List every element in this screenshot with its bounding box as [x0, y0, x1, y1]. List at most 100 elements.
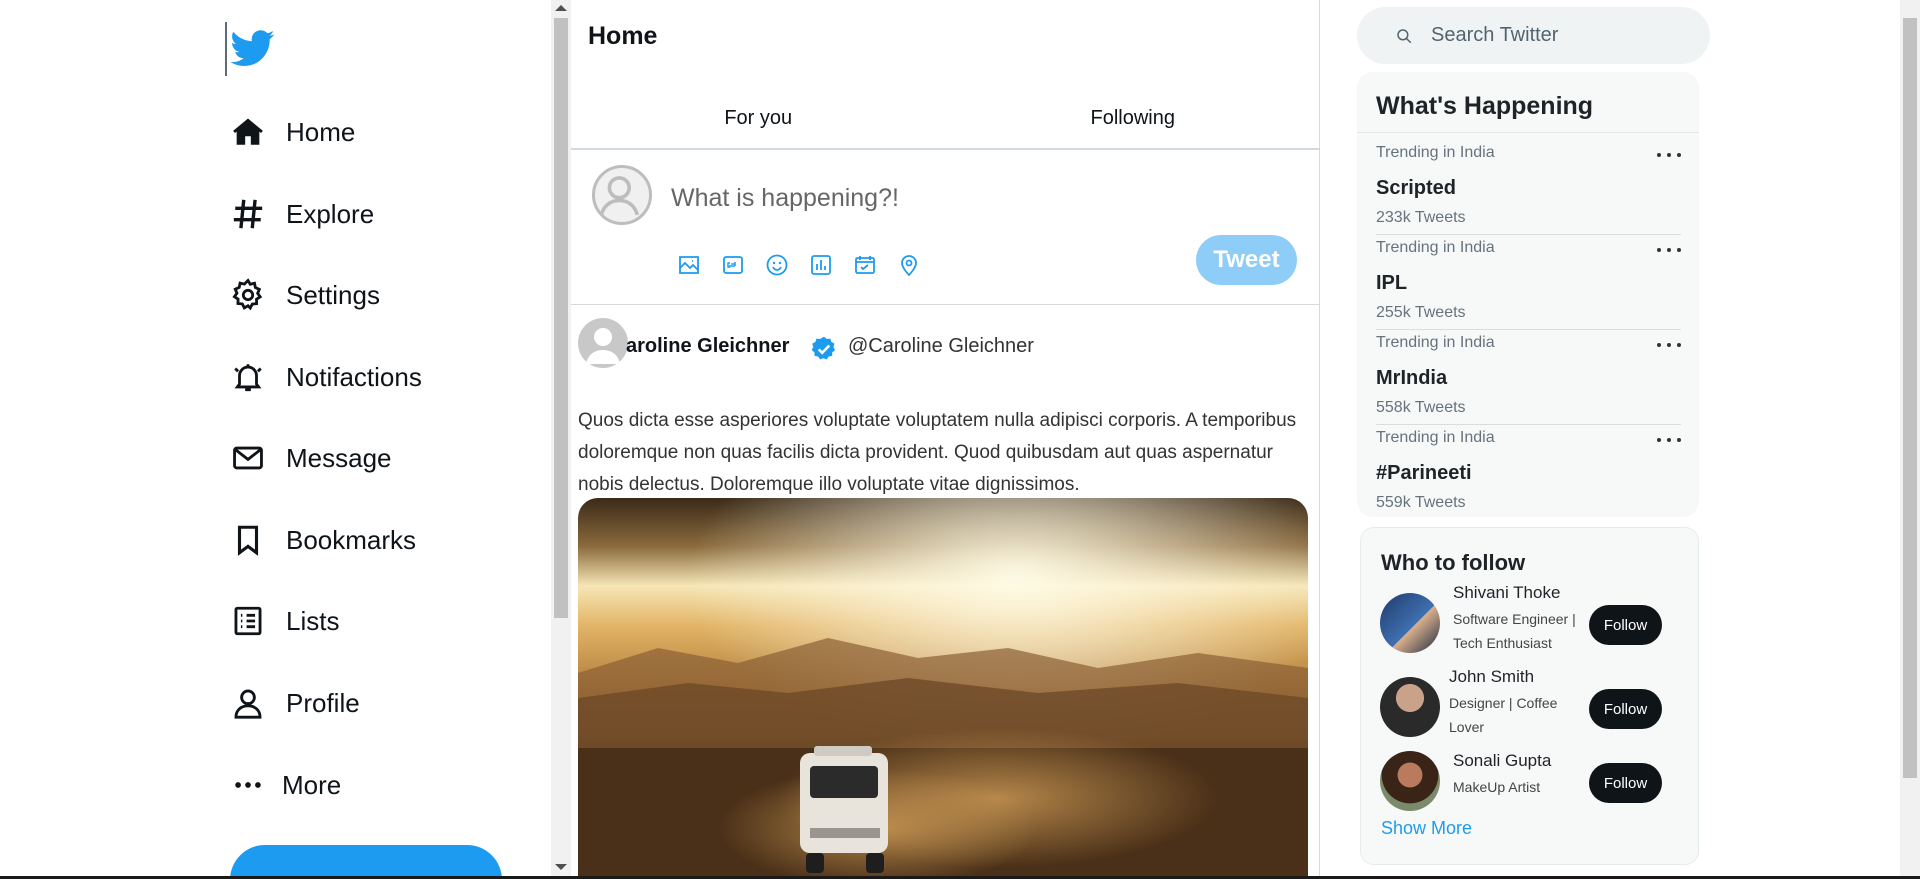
sidebar-item-settings[interactable]: Settings: [228, 267, 380, 323]
sidebar-item-label: Message: [286, 442, 392, 473]
show-more-link[interactable]: Show More: [1381, 818, 1472, 839]
sidebar-item-more[interactable]: More: [228, 757, 341, 813]
avatar[interactable]: [1380, 593, 1440, 653]
divider: [1376, 329, 1681, 330]
default-user-icon: [599, 176, 640, 216]
user-icon: [228, 683, 268, 723]
schedule-icon[interactable]: [850, 250, 880, 280]
suggestion-bio: MakeUp Artist: [1453, 779, 1541, 795]
poll-icon[interactable]: [806, 250, 836, 280]
suggestion-name[interactable]: Shivani Thoke: [1453, 583, 1560, 603]
composer-toolbar: [674, 250, 924, 280]
feed-tabs: For you Following: [571, 88, 1320, 150]
bell-icon: [228, 357, 268, 397]
divider: [1376, 234, 1681, 235]
more-dots-icon[interactable]: [1657, 148, 1681, 162]
suggestion-bio: Designer | Coffee Lover: [1449, 695, 1558, 735]
trend-context: Trending in India: [1376, 334, 1495, 351]
search-box[interactable]: [1357, 7, 1710, 64]
divider: [1357, 132, 1699, 133]
feed-scrollbar[interactable]: [551, 0, 571, 879]
app-window: Home Explore Settings Notifactions Messa…: [0, 0, 1920, 879]
default-user-icon: [586, 328, 620, 364]
scrollbar-thumb[interactable]: [554, 18, 568, 618]
follow-button[interactable]: Follow: [1589, 605, 1662, 645]
sidebar-item-profile[interactable]: Profile: [228, 675, 360, 731]
sidebar-item-label: Lists: [286, 605, 340, 636]
trend-context: Trending in India: [1376, 239, 1495, 256]
sidebar-item-bookmarks[interactable]: Bookmarks: [228, 512, 416, 568]
mail-icon: [228, 438, 268, 478]
compose-input[interactable]: [671, 178, 1231, 218]
sidebar-item-label: Settings: [286, 279, 380, 310]
post-image[interactable]: [578, 498, 1308, 879]
follow-button[interactable]: Follow: [1589, 763, 1662, 803]
avatar[interactable]: [1380, 677, 1440, 737]
location-icon[interactable]: [894, 250, 924, 280]
more-dots-icon: [228, 765, 268, 805]
sidebar-item-label: Explore: [286, 198, 375, 229]
sidebar-item-label: Bookmarks: [286, 524, 417, 555]
post-author-handle[interactable]: @Caroline Gleichner: [848, 335, 1034, 358]
right-sidebar: What's Happening Trending in India Scrip…: [1340, 0, 1900, 879]
avatar[interactable]: [1380, 751, 1440, 811]
suggestion-name[interactable]: John Smith: [1449, 667, 1534, 687]
desert-van-photo: [578, 498, 1308, 879]
gif-icon[interactable]: [718, 250, 748, 280]
tweet-button[interactable]: Tweet: [1196, 235, 1297, 285]
sidebar-item-label: Notifactions: [286, 361, 422, 392]
page-scrollbar[interactable]: [1900, 0, 1920, 879]
tweet-composer: Tweet: [571, 150, 1320, 305]
search-input[interactable]: [1431, 24, 1681, 47]
who-to-follow-panel: Who to follow Shivani Thoke Software Eng…: [1360, 527, 1699, 865]
trend-item[interactable]: Trending in India IPL 255k Tweets: [1376, 239, 1681, 334]
suggestion-bio: Software Engineer | Tech Enthusiast: [1453, 611, 1576, 651]
trend-count: 559k Tweets: [1376, 494, 1466, 511]
whats-happening-panel: What's Happening Trending in India Scrip…: [1357, 72, 1699, 517]
sidebar-item-message[interactable]: Message: [228, 430, 392, 486]
trend-name: Scripted: [1376, 177, 1457, 199]
trend-name: #Parineeti: [1376, 462, 1472, 484]
home-icon: [228, 112, 268, 152]
trend-count: 558k Tweets: [1376, 399, 1466, 416]
hashtag-icon: [228, 194, 268, 234]
avatar[interactable]: [578, 318, 628, 368]
sidebar-item-explore[interactable]: Explore: [228, 186, 374, 242]
image-icon[interactable]: [674, 250, 704, 280]
trend-context: Trending in India: [1376, 429, 1495, 446]
tab-following[interactable]: Following: [946, 88, 1321, 148]
whats-happening-title: What's Happening: [1376, 92, 1594, 120]
twitter-logo[interactable]: [225, 22, 275, 76]
sidebar-item-lists[interactable]: Lists: [228, 593, 339, 649]
divider: [1376, 424, 1681, 425]
scroll-up-arrow-icon[interactable]: [555, 5, 567, 11]
twitter-bird-icon: [230, 30, 275, 66]
avatar: [592, 165, 652, 225]
trend-item[interactable]: Trending in India Scripted 233k Tweets: [1376, 144, 1681, 239]
post-author-name[interactable]: aroline Gleichner: [626, 335, 789, 358]
follow-button[interactable]: Follow: [1589, 689, 1662, 729]
trend-item[interactable]: Trending in India #Parineeti 559k Tweets: [1376, 429, 1681, 524]
tab-for-you[interactable]: For you: [571, 88, 946, 148]
more-dots-icon[interactable]: [1657, 338, 1681, 352]
sidebar-item-label: More: [282, 769, 342, 800]
follow-suggestion: Shivani Thoke Software Engineer | Tech E…: [1380, 583, 1680, 663]
sidebar-tweet-button[interactable]: [230, 845, 502, 879]
sidebar-item-label: Profile: [286, 687, 360, 718]
scrollbar-thumb[interactable]: [1903, 18, 1917, 778]
suggestion-name[interactable]: Sonali Gupta: [1453, 751, 1551, 771]
more-dots-icon[interactable]: [1657, 433, 1681, 447]
trend-name: IPL: [1376, 272, 1408, 294]
more-dots-icon[interactable]: [1657, 243, 1681, 257]
left-sidebar: Home Explore Settings Notifactions Messa…: [0, 0, 551, 879]
verified-badge-icon: [811, 336, 836, 360]
post-text: Quos dicta esse asperiores voluptate vol…: [578, 410, 1297, 495]
sidebar-item-home[interactable]: Home: [228, 104, 355, 160]
sidebar-item-notifications[interactable]: Notifactions: [228, 349, 422, 405]
emoji-icon[interactable]: [762, 250, 792, 280]
trend-context: Trending in India: [1376, 144, 1495, 161]
scroll-down-arrow-icon[interactable]: [555, 864, 567, 870]
main-feed: Home For you Following Tweet: [571, 0, 1320, 879]
search-icon: [1397, 28, 1412, 43]
trend-item[interactable]: Trending in India MrIndia 558k Tweets: [1376, 334, 1681, 429]
